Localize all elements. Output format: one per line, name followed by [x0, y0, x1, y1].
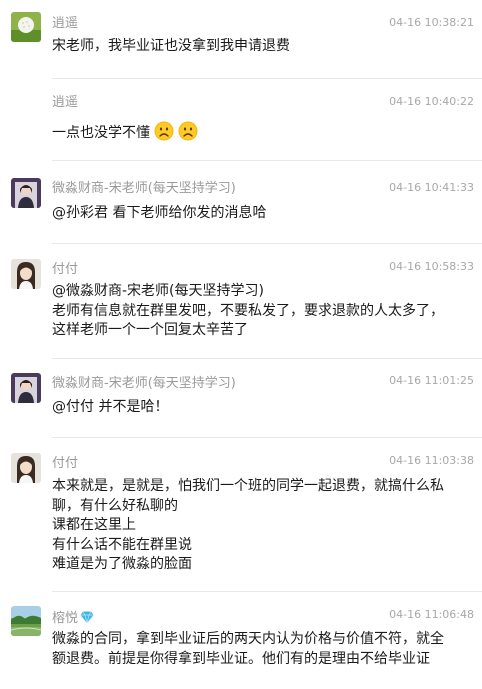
- message-text: @付付 并不是哈！: [52, 398, 168, 418]
- message-timestamp: 04-16 11:06:48: [389, 608, 474, 621]
- sender-name[interactable]: 逍遥: [52, 95, 78, 111]
- message-line: 这样老师一个一个回复太辛苦了: [52, 322, 248, 338]
- landscape-avatar[interactable]: [11, 606, 41, 636]
- message-line: 微淼的合同，拿到毕业证后的两天内认为价格与价值不符，就全: [52, 631, 444, 647]
- frown-emoji-icon: [154, 121, 174, 141]
- message-line: 老师有信息就在群里发吧，不要私发了，要求退款的人太多了，: [52, 302, 444, 319]
- message-timestamp: 04-16 10:38:21: [389, 16, 474, 29]
- message-text: @微淼财商-宋老师(每天坚持学习) 老师有信息就在群里发吧，不要私发了，要求退款…: [52, 282, 444, 341]
- frown-emoji-icon: [178, 121, 198, 141]
- girl-portrait-avatar[interactable]: [11, 259, 41, 289]
- woman-portrait-avatar[interactable]: [11, 178, 41, 208]
- message-timestamp: 04-16 10:58:33: [389, 260, 474, 273]
- sender-name[interactable]: 付付: [52, 262, 78, 278]
- message-line: 宋老师，我毕业证也没拿到我申请退费: [52, 38, 290, 54]
- diamond-icon: [80, 610, 94, 624]
- message-divider: [52, 437, 482, 438]
- message-timestamp: 04-16 10:41:33: [389, 181, 474, 194]
- message-line: @付付 并不是哈！: [52, 399, 169, 415]
- sender-name[interactable]: 榕悦: [52, 610, 94, 627]
- message-line: 一点也没学不懂: [52, 125, 150, 141]
- girl-portrait-avatar[interactable]: [11, 453, 41, 483]
- message-line: 课都在这里上: [52, 517, 136, 533]
- message-divider: [52, 243, 482, 244]
- sender-name[interactable]: 微淼财商-宋老师(每天坚持学习): [52, 376, 236, 392]
- message-text: 微淼的合同，拿到毕业证后的两天内认为价格与价值不符，就全 额退费。前提是你得拿到…: [52, 630, 444, 669]
- message-divider: [52, 78, 482, 79]
- message-line: @微淼财商-宋老师(每天坚持学习): [52, 283, 264, 299]
- woman-portrait-avatar[interactable]: [11, 373, 41, 403]
- golf-ball-avatar[interactable]: [11, 12, 41, 42]
- sender-name[interactable]: 逍遥: [52, 16, 78, 32]
- message-timestamp: 04-16 11:01:25: [389, 374, 474, 387]
- message-text: 一点也没学不懂: [52, 121, 198, 144]
- message-text: 本来就是，是就是，怕我们一个班的同学一起退费，就搞什么私 聊，有什么好私聊的 课…: [52, 477, 444, 575]
- message-line: @孙彩君 看下老师给你发的消息哈: [52, 205, 267, 221]
- message-divider: [52, 358, 482, 359]
- sender-name[interactable]: 付付: [52, 456, 78, 472]
- message-line: 额退费。前提是你得拿到毕业证。他们有的是理由不给毕业证: [52, 650, 430, 667]
- message-text: @孙彩君 看下老师给你发的消息哈: [52, 204, 266, 224]
- message-timestamp: 04-16 11:03:38: [389, 454, 474, 467]
- message-line: 聊，有什么好私聊的: [52, 497, 178, 514]
- message-line: 本来就是，是就是，怕我们一个班的同学一起退费，就搞什么私: [52, 478, 444, 494]
- message-divider: [52, 160, 482, 161]
- sender-name-text: 榕悦: [52, 611, 79, 626]
- message-divider: [52, 591, 482, 592]
- message-text: 宋老师，我毕业证也没拿到我申请退费: [52, 37, 290, 57]
- sender-name[interactable]: 微淼财商-宋老师(每天坚持学习): [52, 181, 236, 197]
- message-timestamp: 04-16 10:40:22: [389, 95, 474, 108]
- message-line: 有什么话不能在群里说: [52, 536, 192, 553]
- message-line: 难道是为了微淼的脸面: [52, 556, 192, 572]
